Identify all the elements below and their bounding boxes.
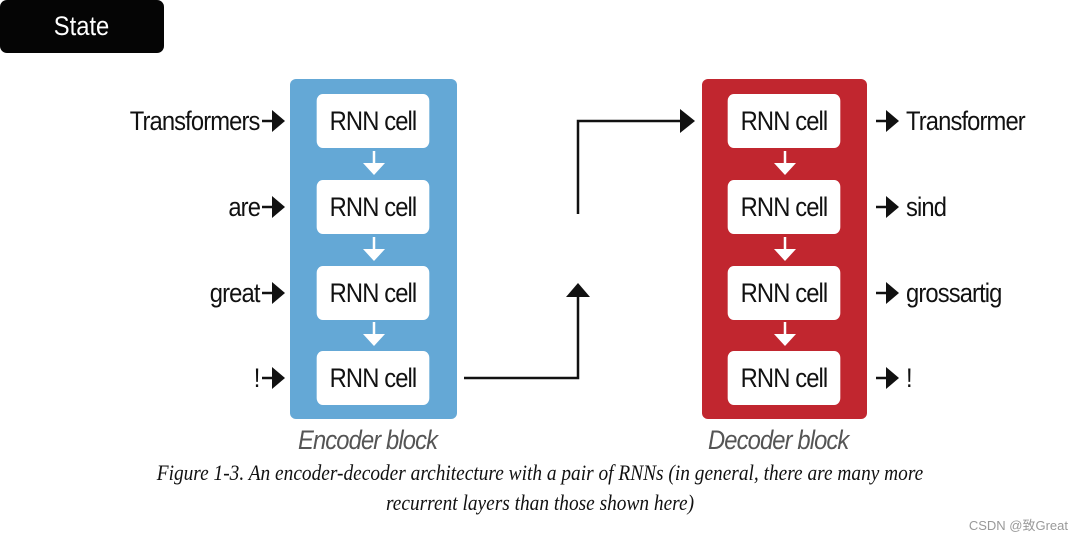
decoder-rnn-cell-1: RNN cell xyxy=(727,94,841,148)
encoder-rnn-cell-2: RNN cell xyxy=(316,180,430,234)
decoder-output-4: ! xyxy=(874,358,913,398)
encoder-block-caption: Encoder block xyxy=(298,425,438,455)
right-arrow-icon xyxy=(876,282,899,304)
right-arrow-icon xyxy=(262,110,285,132)
decoder-output-2: sind xyxy=(874,187,952,227)
decoder-rnn-cell-2: RNN cell xyxy=(727,180,841,234)
decoder-output-1: Transformer xyxy=(874,101,1041,141)
decoder-down-arrow-icon xyxy=(774,237,796,261)
encoder-input-3: great xyxy=(203,273,286,313)
encoder-input-4: ! xyxy=(253,358,286,398)
right-arrow-icon xyxy=(262,282,285,304)
encoder-rnn-cell-1: RNN cell xyxy=(316,94,430,148)
state-to-decoder-line xyxy=(576,119,682,214)
encoder-down-arrow-icon xyxy=(363,237,385,261)
right-arrow-icon xyxy=(262,367,285,389)
decoder-block-caption: Decoder block xyxy=(708,425,849,455)
encoder-input-1: Transformers xyxy=(112,101,286,141)
decoder-input-arrowhead xyxy=(680,109,695,133)
encoder-rnn-cell-3: RNN cell xyxy=(316,266,430,320)
decoder-rnn-cell-4: RNN cell xyxy=(727,351,841,405)
decoder-output-3: grossartig xyxy=(874,273,1015,313)
figure-caption-line-2: recurrent layers than those shown here) xyxy=(385,490,695,515)
decoder-rnn-cell-3: RNN cell xyxy=(727,266,841,320)
encoder-down-arrow-icon xyxy=(363,151,385,175)
state-input-arrowhead xyxy=(566,283,590,297)
right-arrow-icon xyxy=(876,367,899,389)
encoder-to-state-line xyxy=(464,296,580,380)
encoder-input-2: are xyxy=(224,187,286,227)
decoder-down-arrow-icon xyxy=(774,151,796,175)
figure-caption: Figure 1-3. An encoder-decoder architect… xyxy=(0,458,1080,518)
decoder-down-arrow-icon xyxy=(774,322,796,346)
encoder-down-arrow-icon xyxy=(363,322,385,346)
right-arrow-icon xyxy=(262,196,285,218)
watermark: CSDN @致Great xyxy=(968,518,1068,533)
right-arrow-icon xyxy=(876,110,899,132)
figure-caption-line-1: Figure 1-3. An encoder-decoder architect… xyxy=(156,460,924,485)
right-arrow-icon xyxy=(876,196,899,218)
encoder-rnn-cell-4: RNN cell xyxy=(316,351,430,405)
